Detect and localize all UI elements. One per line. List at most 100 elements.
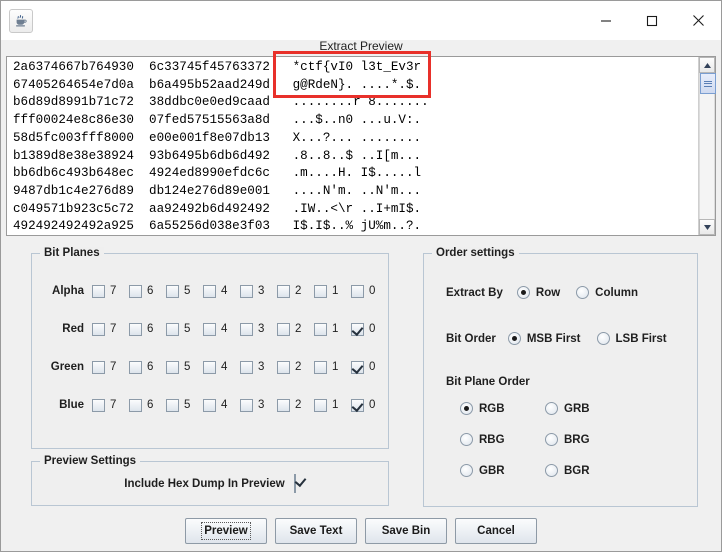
cancel-button[interactable]: Cancel [455, 518, 537, 544]
bit-order-row: Bit Order MSB First LSB First [446, 332, 667, 345]
radio-indicator[interactable] [576, 286, 590, 299]
maximize-button[interactable] [629, 1, 675, 40]
radio-indicator[interactable] [460, 464, 473, 477]
bit-index-label: 1 [332, 399, 339, 411]
bit-index-label: 0 [369, 323, 376, 335]
checkbox-red-bit-4[interactable] [203, 322, 216, 336]
scrollbar-thumb[interactable] [700, 73, 716, 94]
checkbox-include-hex-dump[interactable] [293, 474, 296, 493]
checkbox-red-bit-5[interactable] [166, 322, 179, 336]
checkbox-alpha-bit-0[interactable] [351, 284, 364, 298]
radio-bit-plane-order-gbr[interactable]: GBR [460, 464, 545, 477]
checkbox-red-bit-1[interactable] [314, 322, 327, 336]
bit-index-label: 4 [221, 399, 228, 411]
checkbox-green-bit-4[interactable] [203, 360, 216, 374]
checkbox-red-bit-6[interactable] [129, 322, 142, 336]
radio-bit-order-lsb-first[interactable]: LSB First [596, 332, 667, 345]
radio-indicator[interactable] [507, 332, 521, 345]
checkbox-green-bit-5[interactable] [166, 360, 179, 374]
checkbox-green-bit-1[interactable] [314, 360, 327, 374]
bit-index-label: 2 [295, 323, 302, 335]
extract-by-options: Row Column [516, 286, 638, 299]
radio-indicator[interactable] [596, 332, 610, 345]
scrollbar-track[interactable] [699, 73, 716, 219]
minimize-button[interactable] [583, 1, 629, 40]
checkbox-green-bit-6[interactable] [129, 360, 142, 374]
checkbox-blue-bit-0[interactable] [351, 398, 364, 412]
preview-vertical-scrollbar[interactable] [698, 57, 716, 235]
bit-plane-checkboxes: 7 6 5 4 3 2 1 0 [92, 284, 388, 298]
bit-index-label: 7 [110, 285, 117, 297]
save-text-button[interactable]: Save Text [275, 518, 357, 544]
radio-indicator[interactable] [545, 402, 558, 415]
checkbox-alpha-bit-5[interactable] [166, 284, 179, 298]
checkbox-green-bit-7[interactable] [92, 360, 105, 374]
checkbox-alpha-bit-7[interactable] [92, 284, 105, 298]
bit-plane-cell: 1 [314, 284, 351, 298]
bit-plane-cell: 2 [277, 360, 314, 374]
preview-button[interactable]: Preview [185, 518, 267, 544]
save-bin-button[interactable]: Save Bin [365, 518, 447, 544]
include-hex-dump-checkbox[interactable] [293, 474, 296, 493]
radio-extract-by-column[interactable]: Column [576, 286, 638, 299]
checkbox-green-bit-0[interactable] [351, 360, 364, 374]
preview-settings-panel: Preview Settings Include Hex Dump In Pre… [31, 455, 389, 506]
close-button[interactable] [675, 1, 721, 40]
bit-plane-cell: 6 [129, 284, 166, 298]
checkbox-green-bit-2[interactable] [277, 360, 290, 374]
checkbox-blue-bit-5[interactable] [166, 398, 179, 412]
scroll-down-icon[interactable] [699, 219, 715, 235]
checkbox-green-bit-3[interactable] [240, 360, 253, 374]
bit-index-label: 5 [184, 361, 191, 373]
bit-plane-cell: 0 [351, 322, 388, 336]
radio-bit-plane-order-rgb[interactable]: RGB [460, 402, 545, 415]
checkbox-red-bit-0[interactable] [351, 322, 364, 336]
radio-bit-plane-order-grb[interactable]: GRB [545, 402, 630, 415]
checkbox-blue-bit-4[interactable] [203, 398, 216, 412]
bit-plane-cell: 7 [92, 398, 129, 412]
bit-plane-channel-label: Red [62, 323, 84, 335]
radio-bit-plane-order-brg[interactable]: BRG [545, 433, 630, 446]
radio-label: RGB [479, 402, 505, 415]
bit-index-label: 3 [258, 285, 265, 297]
checkbox-alpha-bit-4[interactable] [203, 284, 216, 298]
radio-indicator[interactable] [460, 433, 473, 446]
bit-index-label: 1 [332, 323, 339, 335]
bit-plane-cell: 3 [240, 284, 277, 298]
checkbox-alpha-bit-1[interactable] [314, 284, 327, 298]
checkbox-red-bit-2[interactable] [277, 322, 290, 336]
radio-indicator[interactable] [545, 464, 558, 477]
checkbox-blue-bit-6[interactable] [129, 398, 142, 412]
bit-index-label: 7 [110, 323, 117, 335]
bit-plane-cell: 5 [166, 360, 203, 374]
bit-index-label: 1 [332, 361, 339, 373]
radio-bit-plane-order-bgr[interactable]: BGR [545, 464, 630, 477]
radio-indicator[interactable] [460, 402, 473, 415]
checkbox-alpha-bit-6[interactable] [129, 284, 142, 298]
radio-bit-order-msb-first[interactable]: MSB First [507, 332, 581, 345]
radio-extract-by-row[interactable]: Row [516, 286, 560, 299]
checkbox-blue-bit-2[interactable] [277, 398, 290, 412]
button-label: Save Text [289, 525, 343, 537]
checkbox-blue-bit-1[interactable] [314, 398, 327, 412]
checkbox-red-bit-7[interactable] [92, 322, 105, 336]
bit-plane-cell: 1 [314, 398, 351, 412]
radio-indicator[interactable] [545, 433, 558, 446]
scroll-up-icon[interactable] [699, 57, 715, 73]
hex-dump-text[interactable]: 2a6374667b764930 6c33745f45763372 *ctf{v… [7, 57, 698, 235]
checkbox-blue-bit-7[interactable] [92, 398, 105, 412]
radio-indicator[interactable] [516, 286, 530, 299]
bit-index-label: 6 [147, 399, 154, 411]
bit-plane-cell: 2 [277, 322, 314, 336]
bit-plane-order-options: RGB GRB RBG BRG GBR BGR [460, 402, 630, 477]
checkbox-alpha-bit-3[interactable] [240, 284, 253, 298]
bit-plane-cell: 2 [277, 284, 314, 298]
checkbox-red-bit-3[interactable] [240, 322, 253, 336]
extract-preview-textarea[interactable]: 2a6374667b764930 6c33745f45763372 *ctf{v… [6, 56, 716, 236]
bit-index-label: 7 [110, 399, 117, 411]
checkbox-alpha-bit-2[interactable] [277, 284, 290, 298]
checkbox-blue-bit-3[interactable] [240, 398, 253, 412]
include-hex-dump-row: Include Hex Dump In Preview [32, 474, 388, 493]
bit-index-label: 3 [258, 323, 265, 335]
radio-bit-plane-order-rbg[interactable]: RBG [460, 433, 545, 446]
